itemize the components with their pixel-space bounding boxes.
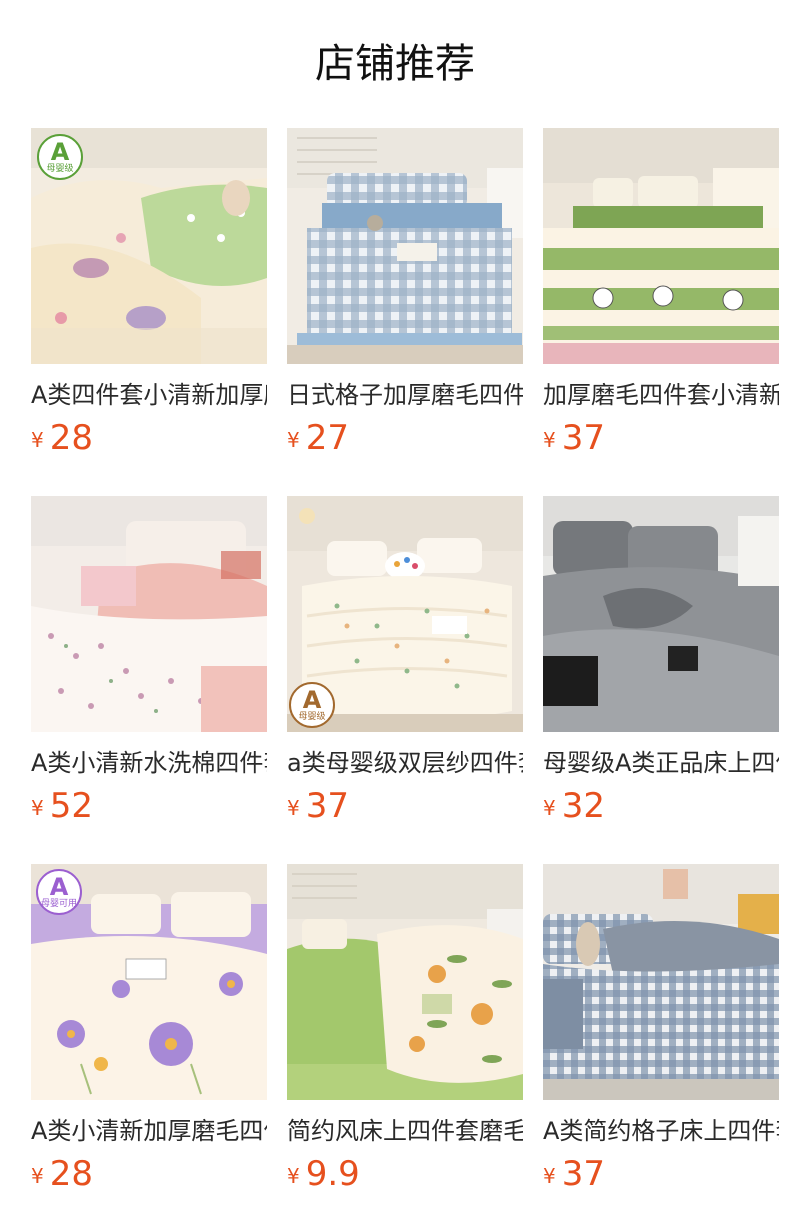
product-image-rabbit-floral-green-bedding[interactable]: A 母婴级 <box>31 128 267 364</box>
product-image-navy-gingham-bedding[interactable] <box>543 864 779 1100</box>
product-card[interactable]: 简约风床上四件套磨毛加厚 ¥9.9 <box>287 864 523 1194</box>
currency-symbol: ¥ <box>287 1164 300 1188</box>
price-value: 37 <box>305 786 349 826</box>
badge-letter: A <box>50 137 70 166</box>
badge-sub: 母婴可用 <box>40 898 77 909</box>
section-title: 店铺推荐 <box>315 41 475 87</box>
product-name[interactable]: A类小清新加厚磨毛四件套 <box>31 1114 267 1148</box>
bedding-illustration <box>543 128 779 364</box>
badge-sub: 母婴级 <box>298 711 326 722</box>
product-name[interactable]: A类小清新水洗棉四件套 <box>31 746 267 780</box>
product-image-blue-gingham-bedding[interactable] <box>287 128 523 364</box>
product-price[interactable]: ¥28 <box>31 417 93 459</box>
currency-symbol: ¥ <box>31 796 44 820</box>
product-image-cute-green-letter-bedding[interactable] <box>543 128 779 364</box>
bedding-illustration <box>543 864 779 1100</box>
product-card[interactable]: 母婴级A类正品床上四件套 ¥32 <box>543 496 779 826</box>
product-image-green-leaf-bedding[interactable] <box>287 864 523 1100</box>
bedding-illustration <box>543 496 779 732</box>
product-price[interactable]: ¥9.9 <box>287 1153 360 1195</box>
badge-letter: A <box>49 872 69 901</box>
product-name[interactable]: 加厚磨毛四件套小清新床上 <box>543 378 779 412</box>
price-value: 28 <box>49 1154 93 1194</box>
badge-sub: 母婴级 <box>46 163 74 174</box>
currency-symbol: ¥ <box>543 1164 556 1188</box>
product-image-pink-floral-bedding[interactable] <box>31 496 267 732</box>
currency-symbol: ¥ <box>31 428 44 452</box>
product-price[interactable]: ¥27 <box>287 417 349 459</box>
product-card[interactable]: A类简约格子床上四件套 ¥37 <box>543 864 779 1194</box>
price-value: 52 <box>49 786 93 826</box>
product-name[interactable]: A类四件套小清新加厚磨毛 <box>31 378 267 412</box>
product-image-cream-gauze-bedding[interactable]: A 母婴级 <box>287 496 523 732</box>
currency-symbol: ¥ <box>287 796 300 820</box>
product-price[interactable]: ¥37 <box>543 417 605 459</box>
product-name[interactable]: A类简约格子床上四件套 <box>543 1114 779 1148</box>
product-image-gray-solid-bedding[interactable] <box>543 496 779 732</box>
product-name[interactable]: 母婴级A类正品床上四件套 <box>543 746 779 780</box>
product-card[interactable]: A 母婴可用 A类小清新加厚磨毛四件套 ¥28 <box>31 864 267 1194</box>
product-price[interactable]: ¥37 <box>543 1153 605 1195</box>
currency-symbol: ¥ <box>543 796 556 820</box>
product-card[interactable]: 加厚磨毛四件套小清新床上 ¥37 <box>543 128 779 458</box>
price-value: 37 <box>561 418 605 458</box>
currency-symbol: ¥ <box>31 1164 44 1188</box>
product-card[interactable]: A类小清新水洗棉四件套 ¥52 <box>31 496 267 826</box>
bedding-illustration <box>287 864 523 1100</box>
price-value: 27 <box>305 418 349 458</box>
product-name[interactable]: 日式格子加厚磨毛四件套 <box>287 378 523 412</box>
product-price[interactable]: ¥37 <box>287 785 349 827</box>
product-image-purple-flower-bedding[interactable]: A 母婴可用 <box>31 864 267 1100</box>
price-value: 37 <box>561 1154 605 1194</box>
product-price[interactable]: ¥32 <box>543 785 605 827</box>
product-card[interactable]: A 母婴级 a类母婴级双层纱四件套 ¥37 <box>287 496 523 826</box>
product-price[interactable]: ¥52 <box>31 785 93 827</box>
product-card[interactable]: A 母婴级 A类四件套小清新加厚磨毛 ¥28 <box>31 128 267 458</box>
grade-a-badge: A 母婴级 <box>37 134 83 180</box>
grade-a-badge: A 母婴级 <box>289 682 335 728</box>
product-price[interactable]: ¥28 <box>31 1153 93 1195</box>
bedding-illustration <box>287 128 523 364</box>
price-value: 32 <box>561 786 605 826</box>
price-value: 9.9 <box>305 1154 360 1194</box>
price-value: 28 <box>49 418 93 458</box>
currency-symbol: ¥ <box>287 428 300 452</box>
bedding-illustration <box>31 496 267 732</box>
grade-a-badge: A 母婴可用 <box>36 869 82 915</box>
product-name[interactable]: a类母婴级双层纱四件套 <box>287 746 523 780</box>
product-name[interactable]: 简约风床上四件套磨毛加厚 <box>287 1114 523 1148</box>
product-card[interactable]: 日式格子加厚磨毛四件套 ¥27 <box>287 128 523 458</box>
badge-letter: A <box>302 685 322 714</box>
currency-symbol: ¥ <box>543 428 556 452</box>
